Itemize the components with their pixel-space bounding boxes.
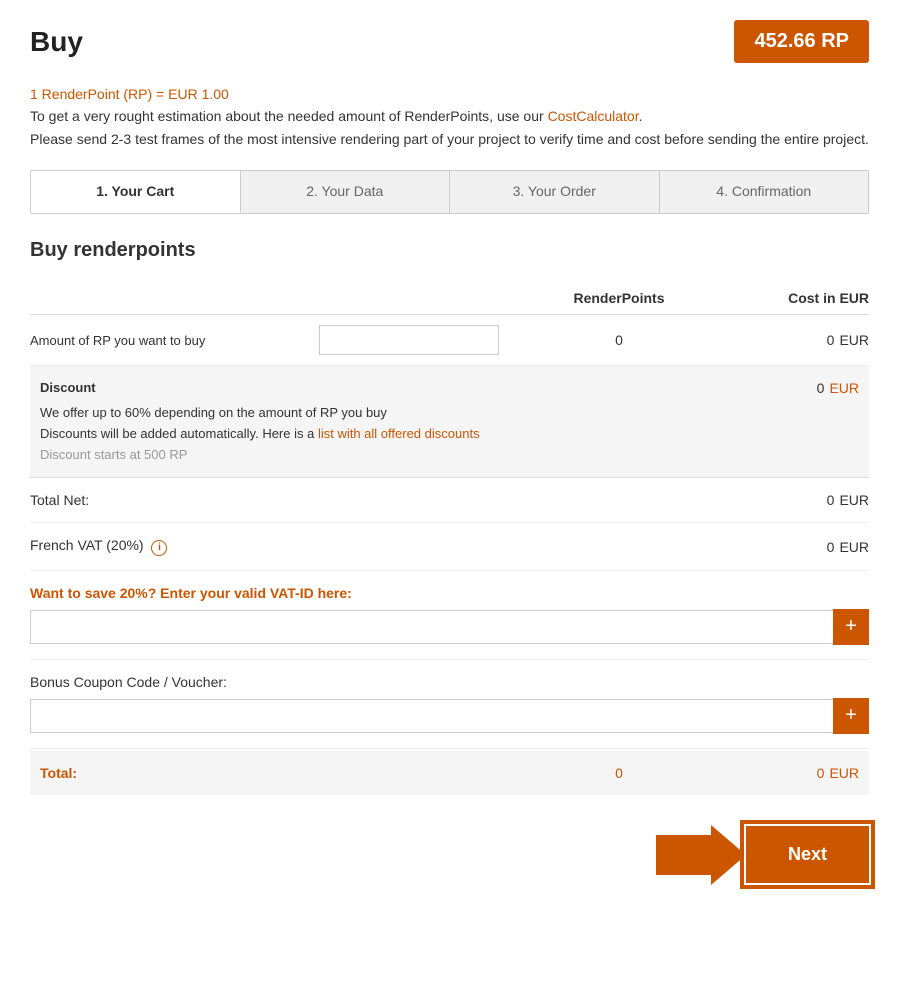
col-cost-header: Cost in EUR — [719, 290, 869, 306]
vat-row: French VAT (20%) i 0 EUR — [30, 523, 869, 571]
amount-eur-num: 0 — [827, 332, 835, 348]
vat-cost: 0 EUR — [719, 539, 869, 555]
tab-confirmation[interactable]: 4. Confirmation — [660, 171, 869, 213]
amount-input-wrapper — [319, 325, 519, 355]
next-button[interactable]: Next — [746, 826, 869, 883]
vat-label: French VAT (20%) i — [30, 537, 519, 556]
tab-your-data[interactable]: 2. Your Data — [241, 171, 451, 213]
buy-rp-title: Buy renderpoints — [30, 239, 869, 262]
discount-body: Discount We offer up to 60% depending on… — [40, 378, 859, 465]
discount-section: Discount We offer up to 60% depending on… — [30, 366, 869, 478]
page-title: Buy — [30, 26, 83, 58]
tab-your-cart[interactable]: 1. Your Cart — [31, 171, 241, 213]
discount-link[interactable]: list with all offered discounts — [318, 426, 480, 441]
info-block: 1 RenderPoint (RP) = EUR 1.00 To get a v… — [30, 83, 869, 150]
final-total-rp: 0 — [519, 765, 719, 781]
final-total-value: 0 — [817, 765, 825, 781]
discount-line2-pre: Discounts will be added automatically. H… — [40, 426, 318, 441]
discount-line2: Discounts will be added automatically. H… — [40, 424, 709, 445]
amount-eur-label: EUR — [839, 332, 869, 348]
discount-title: Discount — [40, 378, 709, 399]
final-total-eur: EUR — [829, 765, 859, 781]
coupon-section: Bonus Coupon Code / Voucher: + — [30, 660, 869, 749]
buy-section: Buy renderpoints RenderPoints Cost in EU… — [30, 239, 869, 795]
description2: . — [639, 108, 643, 124]
amount-label: Amount of RP you want to buy — [30, 333, 319, 348]
description1: To get a very rought estimation about th… — [30, 108, 548, 124]
coupon-label: Bonus Coupon Code / Voucher: — [30, 674, 869, 690]
final-total-label: Total: — [30, 765, 519, 781]
rp-rate-text: 1 RenderPoint (RP) = EUR 1.00 — [30, 86, 229, 102]
description3: Please send 2-3 test frames of the most … — [30, 128, 869, 150]
total-net-cost: 0 EUR — [719, 492, 869, 508]
amount-row: Amount of RP you want to buy 0 0 EUR — [30, 315, 869, 366]
discount-cost: 0 EUR — [709, 378, 859, 396]
total-net-row: Total Net: 0 EUR — [30, 478, 869, 523]
vat-id-label: Want to save 20%? Enter your valid VAT-I… — [30, 585, 869, 601]
vat-id-input-wrapper: + — [30, 609, 869, 645]
vat-id-input[interactable] — [30, 610, 834, 644]
discount-line1: We offer up to 60% depending on the amou… — [40, 403, 709, 424]
total-net-label: Total Net: — [30, 492, 519, 508]
vat-info-icon[interactable]: i — [151, 540, 167, 556]
amount-cost-value: 0 EUR — [719, 332, 869, 348]
vat-id-plus-button[interactable]: + — [833, 609, 869, 645]
coupon-plus-button[interactable]: + — [833, 698, 869, 734]
arrow-container — [656, 825, 746, 885]
cost-calculator-link[interactable]: CostCalculator — [548, 108, 639, 124]
table-header: RenderPoints Cost in EUR — [30, 282, 869, 315]
discount-line3: Discount starts at 500 RP — [40, 445, 709, 466]
vat-id-section: Want to save 20%? Enter your valid VAT-I… — [30, 571, 869, 660]
rp-balance-badge: 452.66 RP — [734, 20, 869, 63]
final-total-row: Total: 0 0 EUR — [30, 751, 869, 795]
discount-text: Discount We offer up to 60% depending on… — [40, 378, 709, 465]
vat-eur: EUR — [839, 539, 869, 555]
final-total-cost: 0 EUR — [719, 765, 869, 781]
wizard-tabs: 1. Your Cart 2. Your Data 3. Your Order … — [30, 170, 869, 214]
vat-label-text: French VAT (20%) — [30, 537, 144, 553]
amount-input[interactable] — [319, 325, 499, 355]
amount-rp-value: 0 — [519, 332, 719, 348]
next-section: Next — [30, 825, 869, 885]
next-arrow-icon — [656, 825, 746, 885]
tab-your-order[interactable]: 3. Your Order — [450, 171, 660, 213]
discount-value: 0 — [817, 380, 825, 396]
coupon-input[interactable] — [30, 699, 834, 733]
discount-eur-label: EUR — [829, 380, 859, 396]
total-net-eur: EUR — [839, 492, 869, 508]
col-rp-header: RenderPoints — [519, 290, 719, 306]
total-net-value: 0 — [827, 492, 835, 508]
vat-value: 0 — [827, 539, 835, 555]
coupon-input-wrapper: + — [30, 698, 869, 734]
